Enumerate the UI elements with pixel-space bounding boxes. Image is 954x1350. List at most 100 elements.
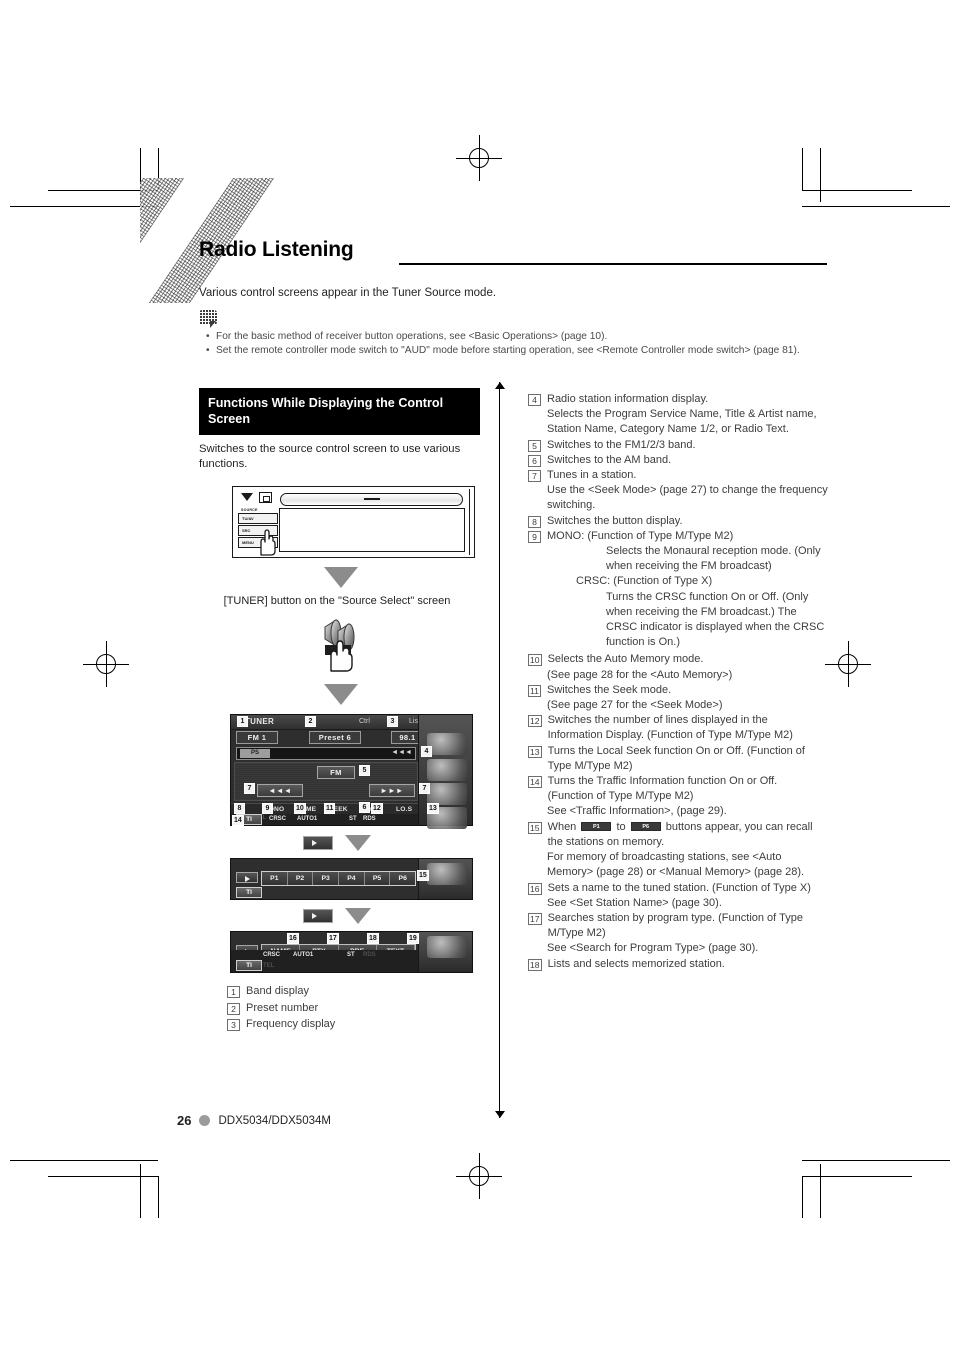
status-st: ST bbox=[347, 952, 355, 959]
callout-2: 2 bbox=[305, 716, 316, 728]
side-icon-setup[interactable] bbox=[427, 863, 467, 886]
legend-text: Turns the Traffic Information function O… bbox=[547, 775, 778, 803]
legend-text: Switches the button display. bbox=[547, 514, 683, 527]
unit-triangle-icon bbox=[241, 493, 253, 502]
callout-12: 12 bbox=[371, 803, 383, 815]
preset-button-p2[interactable]: P2 bbox=[287, 872, 314, 886]
speaker-touch-illustration bbox=[312, 617, 370, 675]
legend-number: 10 bbox=[528, 654, 542, 667]
callout-entry-13: 13 Turns the Local Seek function On or O… bbox=[528, 744, 828, 774]
legend-number: 14 bbox=[528, 776, 542, 789]
preset-button-p1[interactable]: P1 bbox=[262, 872, 288, 886]
callout-detail-9-mono: Selects the Monaural reception mode. (On… bbox=[606, 545, 821, 573]
footer-dot-icon bbox=[199, 1115, 211, 1126]
unit-disc-slot bbox=[280, 493, 463, 507]
side-icon-audio[interactable] bbox=[427, 759, 467, 782]
registration-mark-bottom bbox=[456, 1153, 502, 1199]
flow-line-left bbox=[495, 382, 505, 1118]
callout-entry-10: 10 Selects the Auto Memory mode. bbox=[528, 652, 828, 667]
screen-ps-label: PS bbox=[240, 749, 270, 759]
screen-station-info-bar[interactable]: PS ◄◄◄ bbox=[236, 747, 416, 761]
text-screen-button-ti[interactable]: TI bbox=[236, 960, 262, 972]
note-item: For the basic method of receiver button … bbox=[205, 330, 845, 344]
preset-button-p5[interactable]: P5 bbox=[364, 872, 391, 886]
preset-button-p6[interactable]: P6 bbox=[390, 872, 416, 886]
page-title: Radio Listening bbox=[199, 238, 354, 261]
callout-detail-7: Use the <Seek Mode> (page 27) to change … bbox=[547, 484, 828, 512]
preset-button-p4[interactable]: P4 bbox=[339, 872, 365, 886]
legend-item: 1 Band display bbox=[227, 984, 483, 999]
screen-tab-ctrl[interactable]: Ctrl bbox=[359, 718, 370, 725]
callout-entry-15: 15 When P1 to P6 buttons appear, you can… bbox=[528, 820, 828, 850]
legend-number: 9 bbox=[528, 530, 541, 543]
legend-text: Preset number bbox=[246, 1001, 319, 1014]
unit-button-tuav[interactable]: TU/AV bbox=[238, 513, 278, 525]
manual-page: Radio Listening Various control screens … bbox=[0, 0, 954, 1350]
inline-preset-chip-p1: P1 bbox=[581, 822, 612, 832]
legend-text: Switches the Seek mode. bbox=[547, 683, 672, 696]
callout-7a: 7 bbox=[244, 783, 255, 795]
callout-4: 4 bbox=[421, 746, 432, 758]
pointing-hand-icon bbox=[260, 529, 276, 557]
status-rds: RDS bbox=[363, 952, 376, 959]
screen-preset-number: Preset 6 bbox=[309, 731, 361, 745]
notes-list: For the basic method of receiver button … bbox=[205, 330, 845, 357]
legend-text: Frequency display bbox=[246, 1017, 336, 1030]
callout-14: 14 bbox=[232, 815, 244, 827]
screen-button-fm[interactable]: FM bbox=[317, 766, 355, 780]
legend-text: Switches to the FM1/2/3 band. bbox=[547, 438, 696, 451]
legend-text: Sets a name to the tuned station. (Funct… bbox=[547, 881, 811, 894]
unit-source-label: SOURCE bbox=[241, 508, 258, 513]
preset-screen-toggle-button[interactable] bbox=[236, 872, 258, 884]
callout-entry-5: 5 Switches to the FM1/2/3 band. bbox=[528, 438, 828, 453]
screen-toggle-button-repeat[interactable] bbox=[303, 836, 333, 851]
legend-text: Turns the Local Seek function On or Off.… bbox=[547, 744, 805, 772]
preset-button-p3[interactable]: P3 bbox=[313, 872, 340, 886]
side-icon-disc[interactable] bbox=[427, 783, 467, 806]
callout-19: 19 bbox=[407, 933, 419, 945]
callout-13: 13 bbox=[427, 803, 439, 815]
side-icon-setup[interactable] bbox=[427, 936, 467, 959]
screen-toggle-button-repeat-2[interactable] bbox=[303, 909, 333, 924]
legend-text: Switches the number of lines displayed i… bbox=[547, 714, 793, 742]
callout-8: 8 bbox=[234, 803, 245, 815]
screen-button-tune-down[interactable]: ◄◄◄ bbox=[257, 784, 303, 798]
preset-screen-button-ti[interactable]: TI bbox=[236, 887, 262, 899]
side-icon-source[interactable] bbox=[427, 733, 467, 756]
callout-detail-9-crsc: Turns the CRSC function On or Off. (Only… bbox=[606, 590, 825, 649]
callout-entry-8: 8 Switches the button display. bbox=[528, 514, 828, 529]
legend-number: 1 bbox=[227, 986, 240, 999]
legend-number: 11 bbox=[528, 684, 541, 697]
callout-detail-14: See <Traffic Information>, (page 29). bbox=[547, 805, 727, 818]
note-item: Set the remote controller mode switch to… bbox=[205, 344, 845, 358]
screen-scroll-arrows: ◄◄◄ bbox=[391, 749, 412, 757]
callout-detail-16: See <Set Station Name> (page 30). bbox=[547, 896, 722, 909]
legend-number: 5 bbox=[528, 439, 541, 452]
right-column: 4 Radio station information display. Sel… bbox=[528, 392, 828, 972]
callout-7b: 7 bbox=[419, 783, 430, 795]
callout-entry-12: 12 Switches the number of lines displaye… bbox=[528, 713, 828, 743]
legend-text: MONO: (Function of Type M/Type M2) bbox=[547, 529, 734, 542]
model-name: DDX5034/DDX5034M bbox=[218, 1114, 331, 1127]
callout-3: 3 bbox=[387, 716, 398, 728]
callout-9: 9 bbox=[262, 803, 273, 815]
legend-text: Radio station information display. bbox=[547, 393, 709, 405]
callout-1: 1 bbox=[237, 716, 248, 728]
callout-entry-9: 9 MONO: (Function of Type M/Type M2) bbox=[528, 529, 828, 544]
crop-mark-bottom-right bbox=[790, 1150, 950, 1218]
callout-detail-10: (See page 28 for the <Auto Memory>) bbox=[547, 668, 733, 681]
receiver-unit-illustration: SOURCE TU/AV SRC MENU bbox=[232, 486, 475, 559]
status-crsc: CRSC bbox=[269, 816, 287, 823]
callout-entry-4: 4 Radio station information display. bbox=[528, 392, 828, 407]
legend-text: Searches station by program type. (Funct… bbox=[547, 911, 803, 940]
callout-10: 10 bbox=[294, 803, 306, 815]
inline-preset-chip-p6: P6 bbox=[630, 822, 661, 832]
legend-number: 18 bbox=[528, 958, 542, 971]
preset-button-group: P1 P2 P3 P4 P5 P6 bbox=[261, 871, 416, 887]
status-auto1: AUTO1 bbox=[293, 952, 314, 959]
screen-button-tune-up[interactable]: ►►► bbox=[369, 784, 415, 798]
status-auto1: AUTO1 bbox=[297, 816, 318, 823]
registration-mark-left bbox=[83, 641, 129, 687]
callout-6: 6 bbox=[359, 802, 370, 814]
callout-11: 11 bbox=[324, 803, 336, 815]
